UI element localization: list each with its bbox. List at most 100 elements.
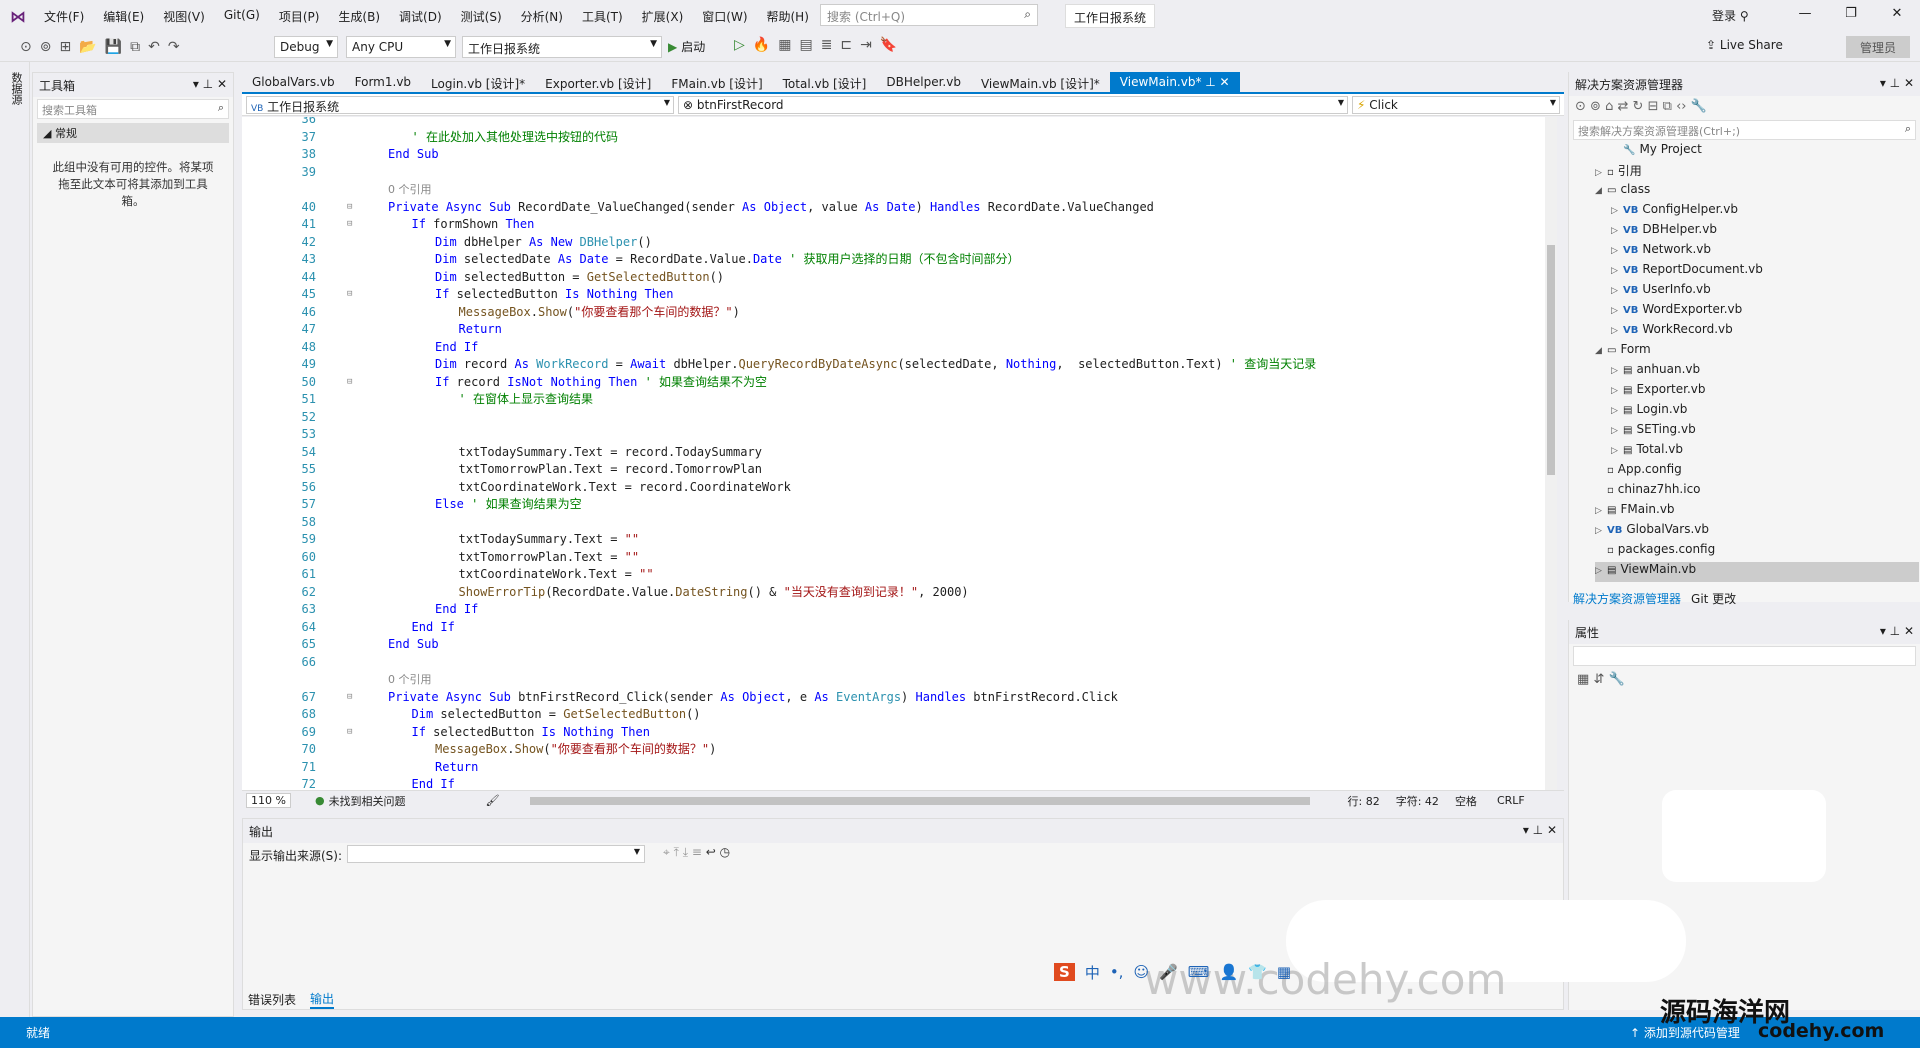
menu-item[interactable]: 扩展(X) [642,8,684,25]
zoom-select[interactable]: 110 % [246,793,291,808]
start-debug-button[interactable]: ▶ 启动 [668,38,705,55]
document-tab[interactable]: GlobalVars.vb [242,72,345,92]
solution-tree-item[interactable]: ▷ ▫ 引用 [1595,162,1642,182]
code-line[interactable]: 43 Dim selectedDate As Date = RecordDate.… [242,251,1552,269]
menu-item[interactable]: 帮助(H) [767,8,809,25]
menu-item[interactable]: 调试(D) [399,8,442,25]
clear-icon[interactable]: ≡ [692,845,702,859]
configuration-select[interactable]: Debug ▼ [274,36,338,58]
code-line[interactable]: 37 ' 在此处加入其他处理选中按钮的代码 [242,129,1552,147]
property-pages-icon[interactable]: 🔧 [1608,672,1624,687]
expand-icon[interactable]: ▷ [1611,326,1623,336]
code-line[interactable]: 48 End If [242,339,1552,357]
tab-solution-explorer[interactable]: 解决方案资源管理器 [1573,590,1681,607]
code-cleanup-icon[interactable]: 🖌 [486,794,500,807]
microphone-icon[interactable]: 🎤 [1159,963,1178,981]
document-tab[interactable]: Form1.vb [345,72,421,92]
solution-tree-item[interactable]: ◢ ▭ class [1595,182,1650,202]
document-tab[interactable]: Total.vb [设计] [773,72,877,92]
punctuation-icon[interactable]: •, [1110,963,1124,981]
code-line[interactable]: 59 txtTodaySummary.Text = "" [242,531,1552,549]
issues-indicator[interactable]: 未找到相关问题 [329,793,406,809]
code-line[interactable]: 49 Dim record As WorkRecord = Await dbHel… [242,356,1552,374]
skin-icon[interactable]: 👕 [1248,963,1267,981]
solution-tree-item[interactable]: ▷ VB GlobalVars.vb [1595,522,1709,542]
minimize-icon[interactable]: — [1782,6,1828,21]
code-line[interactable]: 46 MessageBox.Show("你要查看那个车间的数据？") [242,304,1552,322]
menu-item[interactable]: 窗口(W) [702,8,747,25]
code-line[interactable]: 44 Dim selectedButton = GetSelectedButton… [242,269,1552,287]
pin-icon[interactable]: ▾ ⊥ [1880,624,1900,638]
expand-icon[interactable]: ▷ [1611,246,1623,256]
live-share-button[interactable]: ⇪ Live Share [1706,38,1783,52]
column-indicator[interactable]: 字符: 42 [1396,793,1439,809]
document-tab[interactable]: ViewMain.vb* ⊥ ✕ [1109,72,1240,92]
code-view-icon[interactable]: ‹› [1676,99,1686,114]
menu-item[interactable]: 测试(S) [461,8,502,25]
expand-icon[interactable]: ▷ [1595,506,1607,516]
solution-tree-item[interactable]: ▷ VB Network.vb [1611,242,1711,262]
solution-tree-item[interactable]: ▫ packages.config [1595,542,1715,562]
startup-project-select[interactable]: 工作日报系统 ▼ [462,36,662,58]
code-line[interactable]: 55 txtTomorrowPlan.Text = record.Tomorrow… [242,461,1552,479]
restore-icon[interactable]: ❐ [1828,6,1874,21]
fold-toggle-icon[interactable]: ⊟ [347,286,352,304]
toolbox-search-input[interactable]: 搜索工具箱 ⌕ [37,99,229,119]
refresh-icon[interactable]: ↻ [1633,99,1644,114]
code-line[interactable]: 60 txtTomorrowPlan.Text = "" [242,549,1552,567]
expand-icon[interactable]: ▷ [1595,566,1607,576]
expand-icon[interactable]: ▷ [1611,406,1623,416]
expand-icon[interactable]: ◢ [1595,186,1607,196]
code-line[interactable]: 61 txtCoordinateWork.Text = "" [242,566,1552,584]
code-line[interactable]: 38 End Sub [242,146,1552,164]
solution-tree-item[interactable]: ▷ VB UserInfo.vb [1611,282,1711,302]
close-icon[interactable]: ✕ [1547,823,1557,837]
document-tab[interactable]: DBHelper.vb [876,72,971,92]
solution-tree-item[interactable]: ▷ ▤ Login.vb [1611,402,1687,422]
switch-view-icon[interactable]: ⇄ [1618,99,1629,114]
menu-item[interactable]: 编辑(E) [103,8,144,25]
categorized-icon[interactable]: ▦ [1577,672,1589,687]
code-line[interactable]: 64 End If [242,619,1552,637]
find-icon[interactable]: ⌖ [663,845,670,859]
solution-tree-item[interactable]: ▷ VB DBHelper.vb [1611,222,1717,242]
sogou-logo-icon[interactable]: S [1054,963,1075,981]
scrollbar-thumb[interactable] [1547,245,1555,475]
code-line[interactable]: 39 [242,164,1552,182]
pin-icon[interactable]: ▾ ⊥ [1880,76,1900,90]
show-all-files-icon[interactable]: ⧉ [1663,99,1672,114]
close-icon[interactable]: ✕ [217,77,227,91]
keyboard-icon[interactable]: ⌨ [1188,963,1210,981]
open-folder-icon[interactable]: 📂 [79,39,96,55]
save-all-icon[interactable]: ⧉ [130,39,140,55]
code-line[interactable]: 67 ⊟ Private Async Sub btnFirstRecord_Clic… [242,689,1552,707]
code-line[interactable]: 50 ⊟ If record IsNot Nothing Then ' 如果查询结果… [242,374,1552,392]
toolbox-group-general[interactable]: ◢ 常规 [37,123,229,143]
code-line[interactable]: 62 ShowErrorTip(RecordDate.Value.DateStri… [242,584,1552,602]
forward-icon[interactable]: ⊚ [1590,99,1601,114]
code-line[interactable]: 42 Dim dbHelper As New DBHelper() [242,234,1552,252]
line-indicator[interactable]: 行: 82 [1348,793,1380,809]
object-dropdown[interactable]: ⊗ btnFirstRecord ▼ [678,96,1348,114]
document-tab[interactable]: ViewMain.vb [设计]* [971,72,1110,92]
code-line[interactable]: 65 End Sub [242,636,1552,654]
solution-tree-item[interactable]: ▷ VB ReportDocument.vb [1611,262,1763,282]
solution-tree-item[interactable]: ▷ VB WorkRecord.vb [1611,322,1733,342]
expand-icon[interactable]: ▷ [1611,286,1623,296]
expand-icon[interactable]: ▷ [1611,386,1623,396]
hot-reload-icon[interactable]: 🔥 [753,37,770,53]
solution-tree-item[interactable]: ◢ ▭ Form [1595,342,1651,362]
fold-toggle-icon[interactable]: ⊟ [347,199,352,217]
output-source-select[interactable]: ▼ [347,845,645,863]
solution-tree-item[interactable]: ▷ ▤ ViewMain.vb [1595,562,1919,582]
code-lens-references[interactable]: 0 个引用 [242,181,1552,199]
close-icon[interactable]: ✕ [1904,624,1914,638]
document-tab[interactable]: Exporter.vb [设计] [535,72,661,92]
expand-icon[interactable]: ▷ [1611,206,1623,216]
wrench-icon[interactable]: 🔧 [1691,99,1707,114]
solution-tree-item[interactable]: ▷ ▤ Total.vb [1611,442,1683,462]
menu-item[interactable]: Git(G) [224,8,260,25]
ime-language[interactable]: 中 [1085,962,1100,983]
editor-vertical-scrollbar[interactable] [1545,117,1557,790]
data-sources-tab[interactable]: 数据源 [8,72,24,105]
